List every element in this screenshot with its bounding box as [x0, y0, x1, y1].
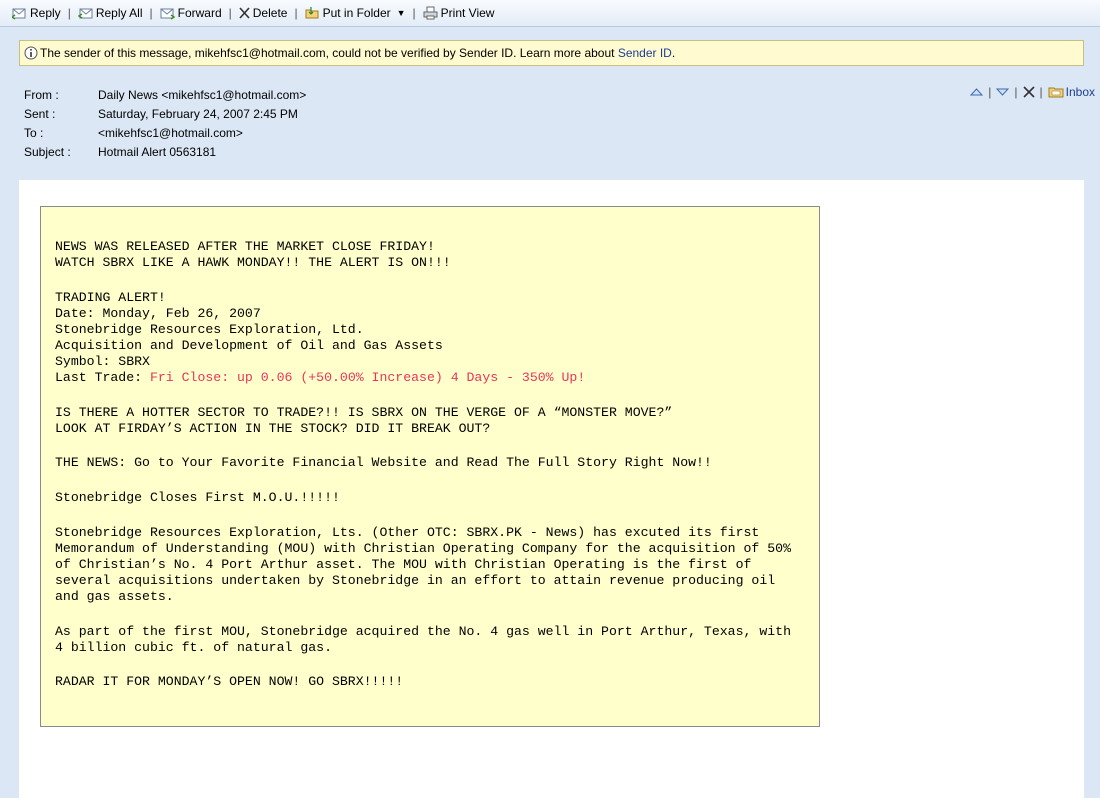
body-line: Stonebridge Resources Exploration, Ltd.: [55, 321, 364, 337]
delete-label: Delete: [252, 6, 288, 20]
nav-divider: |: [988, 85, 992, 99]
close-message-button[interactable]: [1022, 86, 1035, 98]
inbox-label: Inbox: [1065, 85, 1095, 99]
reply-button[interactable]: Reply: [12, 6, 61, 20]
toolbar-divider: |: [149, 6, 153, 20]
nav-divider: |: [1014, 85, 1018, 99]
forward-label: Forward: [177, 6, 222, 20]
forward-icon: [160, 8, 175, 20]
reply-label: Reply: [30, 6, 61, 20]
inbox-folder-icon: [1048, 87, 1064, 98]
delete-icon: [239, 7, 250, 19]
body-line: RADAR IT FOR MONDAY’S OPEN NOW! GO SBRX!…: [55, 674, 404, 690]
last-trade-label: Last Trade:: [55, 370, 150, 386]
body-line: 4 billion cubic ft. of natural gas.: [55, 639, 332, 655]
body-line: Symbol: SBRX: [55, 354, 150, 370]
body-line: IS THERE A HOTTER SECTOR TO TRADE?!! IS …: [55, 404, 673, 420]
body-line: Memorandum of Understanding (MOU) with C…: [55, 540, 791, 556]
warning-text: The sender of this message, mikehfsc1@ho…: [40, 46, 675, 60]
last-trade-value: Fri Close: up 0.06 (+50.00% Increase) 4 …: [149, 370, 586, 386]
to-label: To :: [24, 126, 44, 140]
print-view-button[interactable]: Print View: [423, 6, 495, 20]
arrow-down-icon: [996, 88, 1010, 96]
body-line: TRADING ALERT!: [55, 289, 166, 305]
nav-divider: |: [1039, 85, 1043, 99]
body-line: Acquisition and Development of Oil and G…: [55, 337, 443, 353]
reply-all-button[interactable]: Reply All: [77, 6, 143, 20]
body-line: and gas assets.: [55, 589, 174, 604]
body-line: Stonebridge Closes First M.O.U.!!!!!: [55, 490, 340, 506]
info-icon: [24, 46, 38, 60]
toolbar-divider: |: [294, 6, 298, 20]
sender-id-warning: The sender of this message, mikehfsc1@ho…: [19, 40, 1084, 66]
close-icon: [1022, 86, 1035, 98]
message-nav-tools: | | | Inbox: [970, 85, 1095, 99]
next-message-button[interactable]: [996, 86, 1010, 98]
sent-label: Sent :: [24, 107, 56, 121]
toolbar-divider: |: [228, 6, 232, 20]
body-line: of Christian’s No. 4 Port Arthur asset. …: [55, 556, 752, 572]
reply-all-icon: [77, 8, 93, 19]
body-line: several acquisitions undertaken by Stone…: [55, 572, 776, 588]
subject-row: Subject : Hotmail Alert 0563181: [24, 145, 216, 159]
last-trade-line: Last Trade: Fri Close: up 0.06 (+50.00% …: [55, 370, 805, 386]
message-toolbar: Reply | Reply All | Forward | Delete | P…: [0, 0, 1100, 27]
put-in-folder-button[interactable]: Put in Folder ▼: [305, 6, 406, 20]
body-line: THE NEWS: Go to Your Favorite Financial …: [55, 455, 712, 471]
subject-label: Subject :: [24, 145, 71, 159]
message-body: NEWS WAS RELEASED AFTER THE MARKET CLOSE…: [40, 206, 820, 727]
message-body-pane: NEWS WAS RELEASED AFTER THE MARKET CLOSE…: [19, 180, 1084, 798]
toolbar-divider: |: [412, 6, 416, 20]
print-view-label: Print View: [440, 6, 495, 20]
warning-end: .: [671, 46, 676, 60]
subject-value: Hotmail Alert 0563181: [98, 145, 217, 159]
sent-value: Saturday, February 24, 2007 2:45 PM: [98, 107, 298, 121]
from-label: From :: [24, 88, 59, 102]
body-line: Date: Monday, Feb 26, 2007: [55, 305, 261, 321]
print-icon: [423, 6, 438, 20]
sent-row: Sent : Saturday, February 24, 2007 2:45 …: [24, 107, 298, 121]
put-in-folder-label: Put in Folder: [322, 6, 391, 20]
body-line: NEWS WAS RELEASED AFTER THE MARKET CLOSE…: [55, 239, 435, 254]
sender-id-link[interactable]: Sender ID: [618, 46, 672, 60]
from-value[interactable]: Daily News <mikehfsc1@hotmail.com>: [98, 88, 306, 102]
from-row: From : Daily News <mikehfsc1@hotmail.com…: [24, 88, 306, 102]
forward-button[interactable]: Forward: [160, 6, 222, 20]
delete-button[interactable]: Delete: [239, 6, 288, 20]
folder-icon: [305, 7, 319, 19]
body-line: WATCH SBRX LIKE A HAWK MONDAY!! THE ALER…: [55, 255, 451, 271]
body-line: Stonebridge Resources Exploration, Lts. …: [55, 524, 760, 540]
inbox-link[interactable]: Inbox: [1048, 85, 1095, 99]
to-row: To : <mikehfsc1@hotmail.com>: [24, 126, 243, 140]
previous-message-button[interactable]: [970, 86, 984, 98]
to-value[interactable]: <mikehfsc1@hotmail.com>: [98, 126, 243, 140]
reply-icon: [12, 8, 26, 20]
toolbar-divider: |: [67, 6, 71, 20]
chevron-down-icon: ▼: [396, 8, 406, 18]
reply-all-label: Reply All: [95, 6, 143, 20]
body-line: As part of the first MOU, Stonebridge ac…: [55, 623, 791, 639]
arrow-up-icon: [970, 88, 984, 96]
warning-message: The sender of this message, mikehfsc1@ho…: [40, 46, 618, 60]
body-line: LOOK AT FIRDAY’S ACTION IN THE STOCK? DI…: [55, 420, 491, 436]
